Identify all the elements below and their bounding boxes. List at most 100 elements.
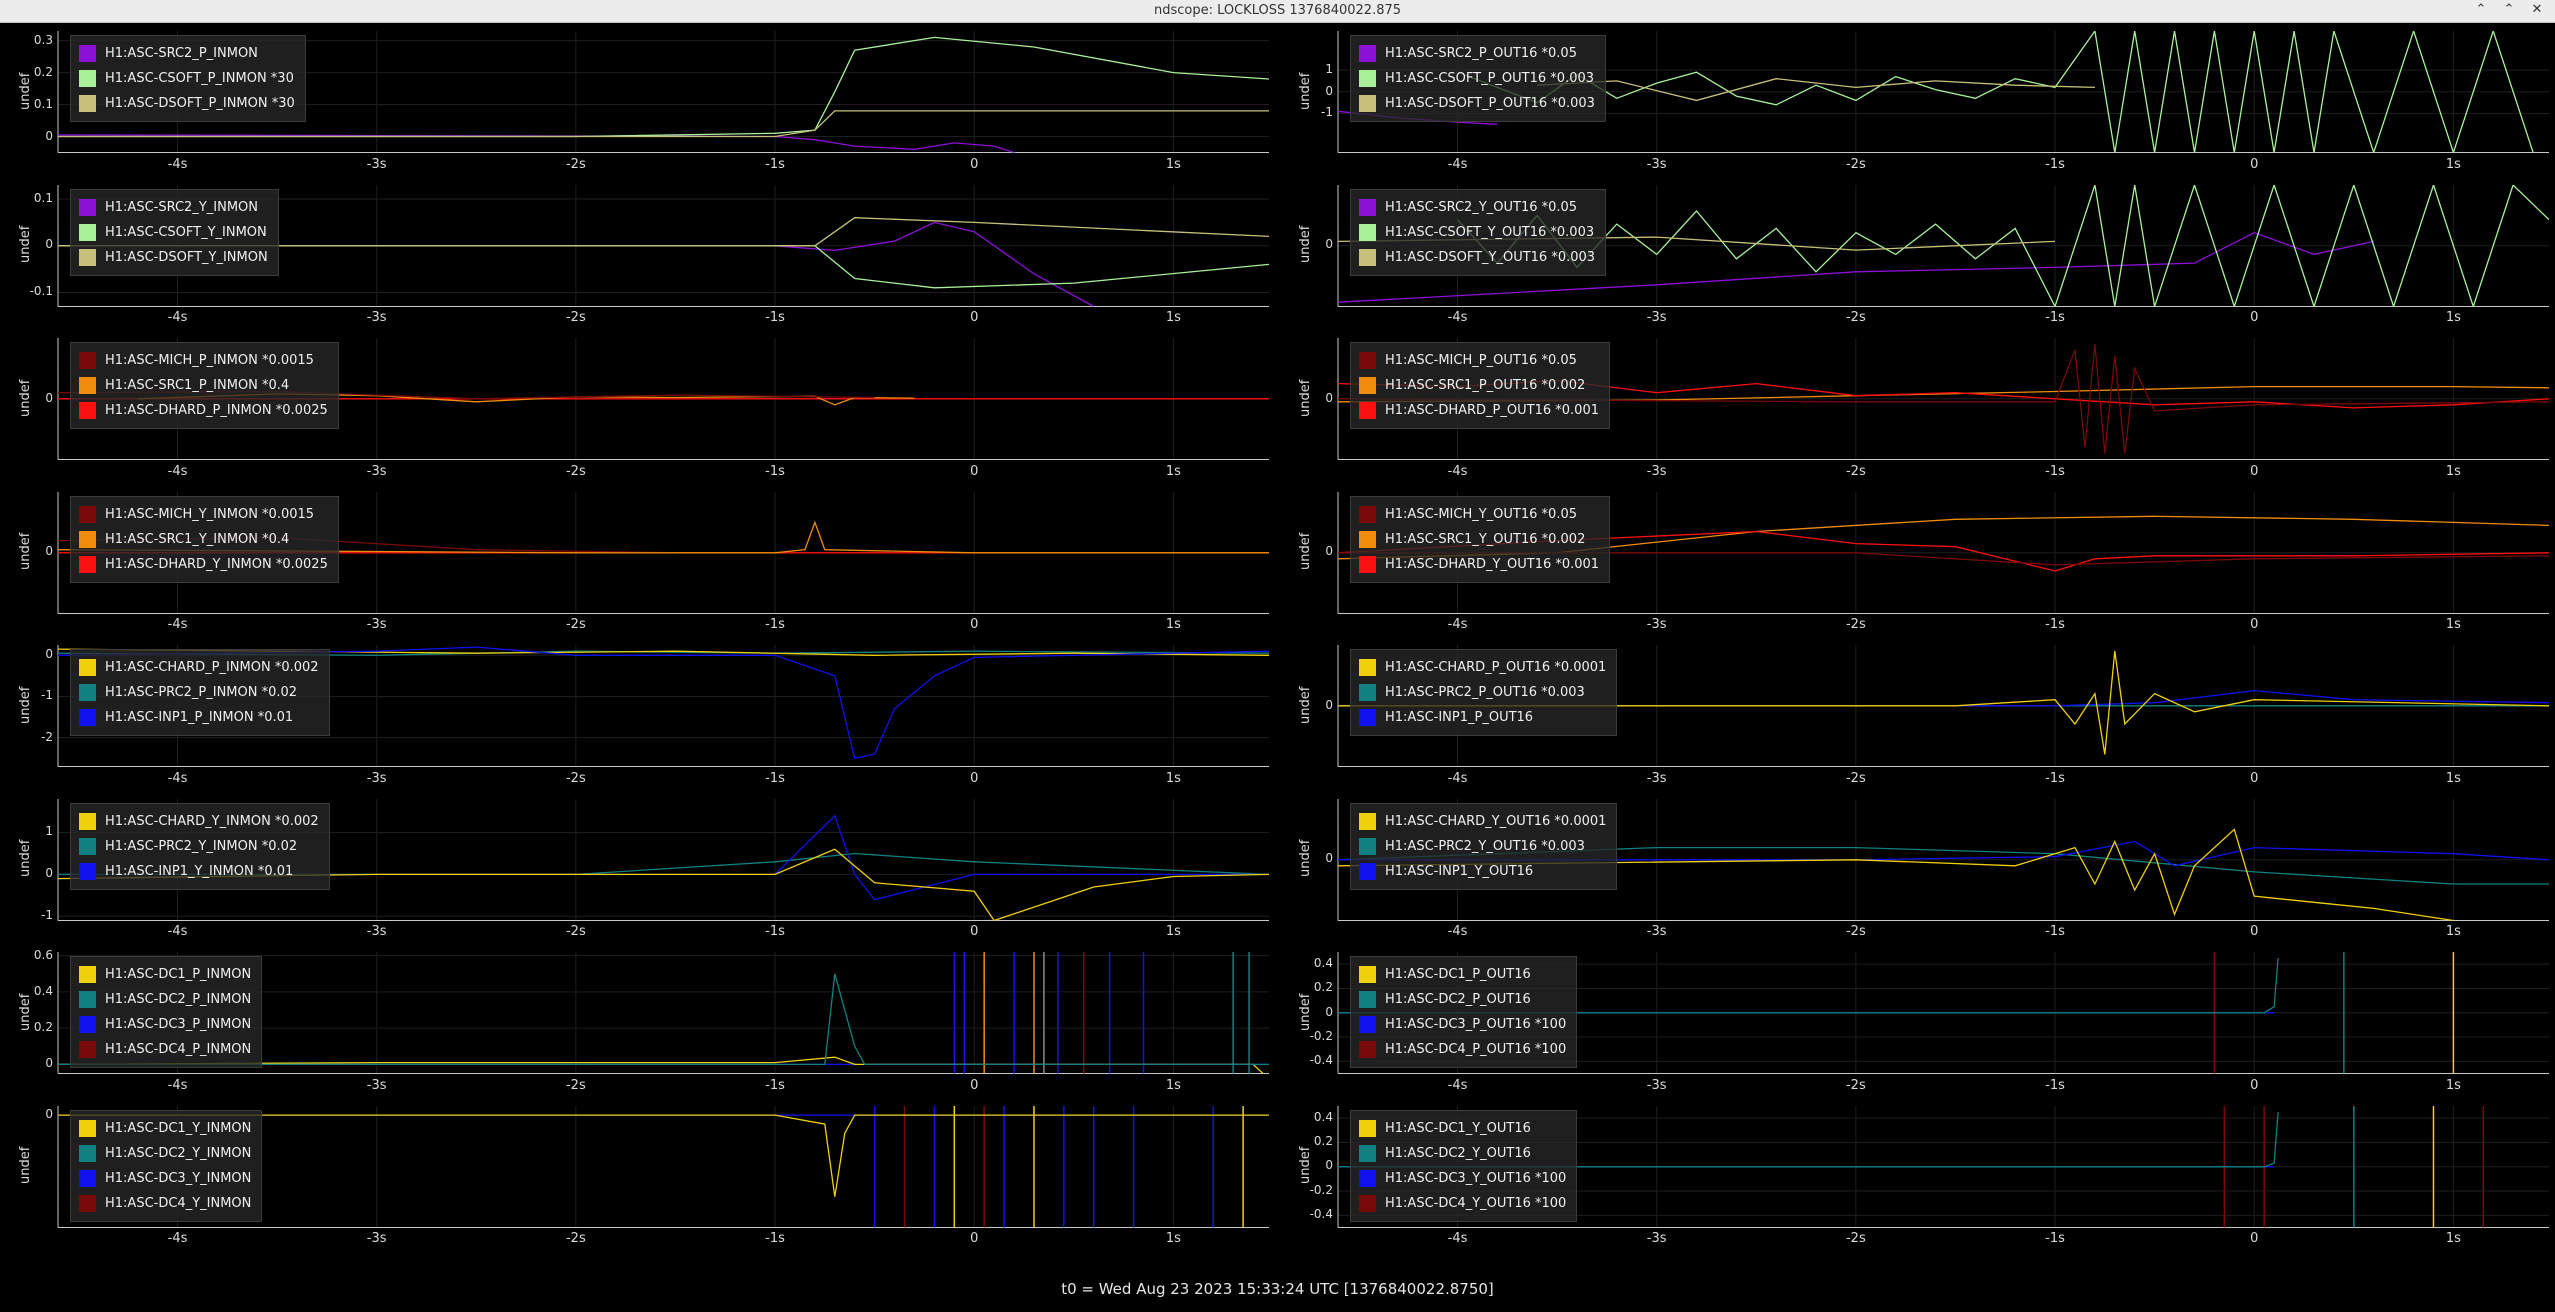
plot-p3[interactable]: -4s -3s -2s -1s 0 1s 0.1 0 -0.1 undef H1:ASC-SRC2_…: [0, 177, 1275, 331]
plot-legend[interactable]: H1:ASC-SRC2_P_INMON H1:ASC-CSOFT_P_INMON …: [70, 35, 306, 122]
legend-item[interactable]: H1:ASC-CHARD_Y_OUT16 *0.0001: [1359, 809, 1606, 834]
plot-p9[interactable]: -4s -3s -2s -1s 0 1s 0 -1 -2 undef H1:ASC-CHARD_P_…: [0, 637, 1275, 791]
legend-item[interactable]: H1:ASC-INP1_P_INMON *0.01: [79, 705, 319, 730]
legend-label: H1:ASC-SRC2_P_OUT16 *0.05: [1385, 46, 1577, 61]
x-tick-label: -2s: [565, 770, 586, 786]
legend-item[interactable]: H1:ASC-PRC2_P_OUT16 *0.003: [1359, 680, 1606, 705]
x-tick-label: 1s: [2445, 1231, 2461, 1246]
legend-item[interactable]: H1:ASC-SRC1_Y_INMON *0.4: [79, 527, 328, 552]
plot-legend[interactable]: H1:ASC-MICH_P_INMON *0.0015 H1:ASC-SRC1_P…: [70, 342, 339, 429]
plot-p16[interactable]: -4s -3s -2s -1s 0 1s 0.4 0.2 0 -0.2 -0.4 undef H1:AS…: [1280, 1098, 2555, 1252]
legend-item[interactable]: H1:ASC-DSOFT_Y_INMON: [79, 245, 268, 270]
plot-legend[interactable]: H1:ASC-DC1_P_OUT16 H1:ASC-DC2_P_OUT16 H1:A…: [1350, 956, 1578, 1068]
legend-item[interactable]: H1:ASC-DSOFT_Y_OUT16 *0.003: [1359, 245, 1595, 270]
plot-legend[interactable]: H1:ASC-DC1_Y_INMON H1:ASC-DC2_Y_INMON H1:A…: [70, 1109, 263, 1222]
legend-item[interactable]: H1:ASC-CSOFT_Y_INMON: [79, 220, 268, 245]
plot-legend[interactable]: H1:ASC-MICH_Y_OUT16 *0.05 H1:ASC-SRC1_Y_O…: [1350, 495, 1611, 583]
legend-item[interactable]: H1:ASC-CHARD_P_INMON *0.002: [79, 655, 319, 680]
plot-p4[interactable]: -4s -3s -2s -1s 0 1s 0 undef H1:ASC-SRC2_Y_OUT16…: [1280, 177, 2555, 331]
legend-item[interactable]: H1:ASC-DC2_Y_OUT16: [1359, 1141, 1566, 1166]
legend-item[interactable]: H1:ASC-DC3_P_OUT16 *100: [1359, 1012, 1566, 1037]
plot-legend[interactable]: H1:ASC-SRC2_Y_INMON H1:ASC-CSOFT_Y_INMON H…: [70, 188, 279, 276]
plot-p15[interactable]: -4s -3s -2s -1s 0 1s 0 undef H1:ASC-DC1_Y_INMON H…: [0, 1098, 1275, 1252]
legend-item[interactable]: H1:ASC-PRC2_Y_INMON *0.02: [79, 834, 319, 859]
legend-item[interactable]: H1:ASC-INP1_Y_INMON *0.01: [79, 859, 319, 884]
legend-item[interactable]: H1:ASC-SRC1_P_INMON *0.4: [79, 373, 328, 398]
legend-item[interactable]: H1:ASC-DC4_P_INMON: [79, 1037, 251, 1062]
legend-item[interactable]: H1:ASC-DC2_P_INMON: [79, 987, 251, 1012]
legend-item[interactable]: H1:ASC-DC4_Y_INMON: [79, 1191, 251, 1216]
legend-item[interactable]: H1:ASC-SRC2_Y_INMON: [79, 195, 268, 220]
legend-item[interactable]: H1:ASC-MICH_Y_OUT16 *0.05: [1359, 502, 1599, 527]
legend-item[interactable]: H1:ASC-DC2_P_OUT16: [1359, 987, 1566, 1012]
legend-item[interactable]: H1:ASC-DHARD_P_OUT16 *0.001: [1359, 398, 1599, 423]
legend-item[interactable]: H1:ASC-INP1_Y_OUT16: [1359, 859, 1606, 884]
plot-legend[interactable]: H1:ASC-SRC2_P_OUT16 *0.05 H1:ASC-CSOFT_P_…: [1350, 35, 1606, 122]
plot-p10[interactable]: -4s -3s -2s -1s 0 1s 0 undef H1:ASC-CHARD_P_OUT1…: [1280, 637, 2555, 791]
plot-p1[interactable]: -4s -3s -2s -1s 0 1s 0.3 0.2 0.1 0 undef H1:ASC-SRC…: [0, 23, 1275, 177]
legend-item[interactable]: H1:ASC-DHARD_Y_INMON *0.0025: [79, 552, 328, 577]
plot-p11[interactable]: -4s -3s -2s -1s 0 1s 1 0 -1 undef H1:ASC-CHARD_Y_I…: [0, 791, 1275, 945]
legend-item[interactable]: H1:ASC-DC3_Y_OUT16 *100: [1359, 1166, 1566, 1191]
x-tick-label: 0: [2250, 463, 2259, 479]
legend-item[interactable]: H1:ASC-DSOFT_P_INMON *30: [79, 91, 295, 116]
legend-item[interactable]: H1:ASC-SRC2_P_INMON: [79, 41, 295, 66]
legend-item[interactable]: H1:ASC-SRC1_Y_OUT16 *0.002: [1359, 527, 1599, 552]
legend-swatch: [79, 95, 96, 112]
legend-item[interactable]: H1:ASC-DC4_P_OUT16 *100: [1359, 1037, 1566, 1062]
legend-swatch: [79, 555, 96, 573]
plot-p6[interactable]: -4s -3s -2s -1s 0 1s 0 undef H1:ASC-MICH_P_OUT16…: [1280, 330, 2555, 484]
x-tick-label: -3s: [366, 1231, 387, 1246]
legend-item[interactable]: H1:ASC-SRC2_P_OUT16 *0.05: [1359, 41, 1595, 66]
plot-p14[interactable]: -4s -3s -2s -1s 0 1s 0.4 0.2 0 -0.2 -0.4 undef H1:AS…: [1280, 944, 2555, 1098]
legend-item[interactable]: H1:ASC-DC1_Y_OUT16: [1359, 1116, 1566, 1141]
plot-legend[interactable]: H1:ASC-SRC2_Y_OUT16 *0.05 H1:ASC-CSOFT_Y_…: [1350, 188, 1607, 276]
plot-legend[interactable]: H1:ASC-CHARD_P_OUT16 *0.0001 H1:ASC-PRC2_…: [1350, 649, 1618, 736]
plot-legend[interactable]: H1:ASC-DC1_Y_OUT16 H1:ASC-DC2_Y_OUT16 H1:A…: [1350, 1109, 1578, 1222]
legend-item[interactable]: H1:ASC-DC4_Y_OUT16 *100: [1359, 1191, 1566, 1216]
legend-item[interactable]: H1:ASC-DC1_P_OUT16: [1359, 962, 1566, 987]
maximize-icon[interactable]: ⌃: [2500, 1, 2518, 19]
x-tick-label: -3s: [1646, 310, 1667, 325]
plot-legend[interactable]: H1:ASC-DC1_P_INMON H1:ASC-DC2_P_INMON H1:A…: [70, 956, 263, 1068]
plot-legend[interactable]: H1:ASC-CHARD_P_INMON *0.002 H1:ASC-PRC2_P…: [70, 649, 330, 736]
legend-item[interactable]: H1:ASC-INP1_P_OUT16: [1359, 705, 1606, 730]
legend-item[interactable]: H1:ASC-DC1_P_INMON: [79, 962, 251, 987]
plot-p7[interactable]: -4s -3s -2s -1s 0 1s 0 undef H1:ASC-MICH_Y_INMON…: [0, 484, 1275, 638]
plot-p2[interactable]: -4s -3s -2s -1s 0 1s 1 0 -1 undef H1:ASC-SRC2_P_OU…: [1280, 23, 2555, 177]
x-tick-label: -3s: [1646, 617, 1667, 632]
legend-item[interactable]: H1:ASC-DHARD_Y_OUT16 *0.001: [1359, 552, 1599, 577]
legend-item[interactable]: H1:ASC-CHARD_Y_INMON *0.002: [79, 809, 319, 834]
legend-item[interactable]: H1:ASC-DC1_Y_INMON: [79, 1116, 251, 1141]
plot-legend[interactable]: H1:ASC-CHARD_Y_OUT16 *0.0001 H1:ASC-PRC2_…: [1350, 802, 1618, 890]
legend-item[interactable]: H1:ASC-SRC1_P_OUT16 *0.002: [1359, 373, 1599, 398]
plot-legend[interactable]: H1:ASC-MICH_Y_INMON *0.0015 H1:ASC-SRC1_Y…: [70, 495, 339, 583]
legend-item[interactable]: H1:ASC-PRC2_P_INMON *0.02: [79, 680, 319, 705]
legend-item[interactable]: H1:ASC-MICH_P_INMON *0.0015: [79, 348, 328, 373]
plot-legend[interactable]: H1:ASC-MICH_P_OUT16 *0.05 H1:ASC-SRC1_P_O…: [1350, 342, 1610, 429]
legend-item[interactable]: H1:ASC-CSOFT_P_OUT16 *0.003: [1359, 66, 1595, 91]
x-tick-label: -4s: [1447, 1231, 1468, 1246]
legend-item[interactable]: H1:ASC-CSOFT_P_INMON *30: [79, 66, 295, 91]
plot-p8[interactable]: -4s -3s -2s -1s 0 1s 0 undef H1:ASC-MICH_Y_OUT16…: [1280, 484, 2555, 638]
legend-item[interactable]: H1:ASC-MICH_P_OUT16 *0.05: [1359, 348, 1599, 373]
legend-item[interactable]: H1:ASC-CSOFT_Y_OUT16 *0.003: [1359, 220, 1595, 245]
plot-p13[interactable]: -4s -3s -2s -1s 0 1s 0.6 0.4 0.2 0 undef H1:ASC-DC1…: [0, 944, 1275, 1098]
legend-item[interactable]: H1:ASC-SRC2_Y_OUT16 *0.05: [1359, 195, 1595, 220]
plot-p5[interactable]: -4s -3s -2s -1s 0 1s 0 undef H1:ASC-MICH_P_INMON…: [0, 330, 1275, 484]
legend-item[interactable]: H1:ASC-PRC2_Y_OUT16 *0.003: [1359, 834, 1606, 859]
legend-label: H1:ASC-DC4_P_OUT16 *100: [1385, 1042, 1567, 1057]
legend-item[interactable]: H1:ASC-MICH_Y_INMON *0.0015: [79, 502, 328, 527]
legend-item[interactable]: H1:ASC-DHARD_P_INMON *0.0025: [79, 398, 328, 423]
x-tick-label: -4s: [167, 310, 188, 325]
legend-item[interactable]: H1:ASC-DC3_Y_INMON: [79, 1166, 251, 1191]
close-icon[interactable]: ✕: [2528, 1, 2546, 19]
plot-legend[interactable]: H1:ASC-CHARD_Y_INMON *0.002 H1:ASC-PRC2_Y…: [70, 802, 330, 890]
legend-item[interactable]: H1:ASC-CHARD_P_OUT16 *0.0001: [1359, 655, 1606, 680]
y-axis-label: undef: [18, 1146, 33, 1185]
legend-item[interactable]: H1:ASC-DC2_Y_INMON: [79, 1141, 251, 1166]
plot-p12[interactable]: -4s -3s -2s -1s 0 1s 0 undef H1:ASC-CHARD_Y_OUT1…: [1280, 791, 2555, 945]
legend-item[interactable]: H1:ASC-DSOFT_P_OUT16 *0.003: [1359, 91, 1595, 116]
legend-item[interactable]: H1:ASC-DC3_P_INMON: [79, 1012, 251, 1037]
minimize-icon[interactable]: ⌃: [2472, 1, 2490, 19]
